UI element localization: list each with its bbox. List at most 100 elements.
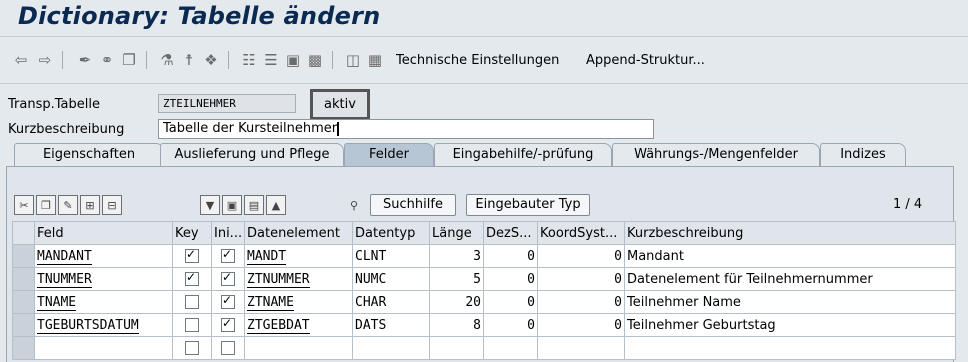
kurzbeschreibung-cell[interactable]: Datenelement für Teilnehmernummer (624, 267, 956, 291)
arrow-right-icon[interactable]: ⇨ (36, 51, 54, 69)
column-header-key[interactable]: Key (172, 221, 212, 245)
row-selector[interactable] (12, 290, 35, 314)
search-help-icon[interactable]: ⚲ (344, 195, 364, 215)
display-object-list-icon[interactable]: ❖ (202, 51, 220, 69)
key-checkbox[interactable] (185, 270, 199, 286)
ini-cell[interactable] (211, 313, 245, 337)
info-icon[interactable]: ▩ (306, 51, 324, 69)
datenelement-cell[interactable]: MANDT (244, 244, 353, 268)
laenge-cell[interactable]: 5 (429, 267, 484, 291)
tab-waehrungs-mengenfelder[interactable]: Währungs-/Mengenfelder (612, 143, 820, 167)
datentyp-cell[interactable]: NUMC (352, 267, 430, 291)
description-field[interactable]: Tabelle der Kursteilnehmer (158, 119, 654, 139)
laenge-cell[interactable]: 8 (429, 313, 484, 337)
key-cell[interactable] (172, 244, 212, 268)
technische-einstellungen-button[interactable]: Technische Einstellungen (396, 53, 559, 68)
cut-icon[interactable]: ✂ (14, 195, 34, 215)
datentyp-cell[interactable] (352, 336, 430, 360)
paste-icon[interactable]: ✎ (58, 195, 78, 215)
kurzbeschreibung-cell[interactable]: Mandant (624, 244, 956, 268)
ini-cell[interactable] (211, 244, 245, 268)
kurzbeschreibung-cell[interactable] (624, 336, 956, 360)
activate-icon[interactable]: ⚗ (158, 51, 176, 69)
dezs-cell[interactable]: 0 (483, 313, 538, 337)
copy-icon[interactable]: ❐ (36, 195, 56, 215)
column-header-datenelement[interactable]: Datenelement (244, 221, 353, 245)
append-struktur-button[interactable]: Append-Struktur... (586, 53, 705, 68)
other-object-icon[interactable]: ⚭ (98, 51, 116, 69)
select-all-icon[interactable]: ▣ (222, 195, 242, 215)
feld-cell[interactable]: TNAME (34, 290, 173, 314)
deselect-icon[interactable]: ▤ (244, 195, 264, 215)
suchhilfe-button[interactable]: Suchhilfe (370, 194, 456, 216)
koordsyst-cell[interactable]: 0 (537, 290, 625, 314)
key-cell[interactable] (172, 290, 212, 314)
koordsyst-cell[interactable] (537, 336, 625, 360)
column-header-ini[interactable]: Ini... (211, 221, 245, 245)
key-cell[interactable] (172, 267, 212, 291)
tab-auslieferung-und-pflege[interactable]: Auslieferung und Pflege (160, 143, 344, 167)
dezs-cell[interactable] (483, 336, 538, 360)
ini-checkbox[interactable] (221, 247, 235, 263)
ini-cell[interactable] (211, 336, 245, 360)
key-checkbox[interactable] (185, 247, 199, 263)
row-selector-header[interactable] (12, 221, 35, 245)
tab-eigenschaften[interactable]: Eigenschaften (14, 143, 164, 167)
row-selector[interactable] (12, 313, 35, 337)
feld-cell[interactable] (34, 336, 173, 360)
feld-cell[interactable]: MANDANT (34, 244, 173, 268)
tab-felder[interactable]: Felder (344, 143, 434, 167)
row-selector[interactable] (12, 336, 35, 360)
dezs-cell[interactable]: 0 (483, 244, 538, 268)
key-cell[interactable] (172, 336, 212, 360)
column-header-koordsyst[interactable]: KoordSyst... (537, 221, 625, 245)
frame-icon[interactable]: ▣ (284, 51, 302, 69)
column-header-datentyp[interactable]: Datentyp (352, 221, 430, 245)
ini-checkbox[interactable] (221, 293, 235, 309)
relationship-icon[interactable]: ◫ (344, 51, 362, 69)
feld-cell[interactable]: TGEBURTSDATUM (34, 313, 173, 337)
row-selector[interactable] (12, 244, 35, 268)
key-checkbox[interactable] (185, 295, 199, 309)
delete-row-icon[interactable]: ⊟ (102, 195, 122, 215)
column-header-dezs[interactable]: DezS... (483, 221, 538, 245)
ini-cell[interactable] (211, 267, 245, 291)
eingebauter-typ-button[interactable]: Eingebauter Typ (466, 194, 590, 216)
key-checkbox[interactable] (185, 318, 199, 332)
where-used-icon[interactable]: ☨ (180, 51, 198, 69)
datenelement-cell[interactable] (244, 336, 353, 360)
column-header-kurzbeschreibung[interactable]: Kurzbeschreibung (624, 221, 956, 245)
arrow-left-icon[interactable]: ⇦ (12, 51, 30, 69)
tab-eingabehilfe-pruefung[interactable]: Eingabehilfe/-prüfung (434, 143, 612, 167)
koordsyst-cell[interactable]: 0 (537, 313, 625, 337)
key-cell[interactable] (172, 313, 212, 337)
koordsyst-cell[interactable]: 0 (537, 244, 625, 268)
kurzbeschreibung-cell[interactable]: Teilnehmer Geburtstag (624, 313, 956, 337)
sort-icon[interactable]: ▲ (266, 195, 286, 215)
ini-checkbox[interactable] (221, 270, 235, 286)
check-icon[interactable]: ❐ (120, 51, 138, 69)
laenge-cell[interactable]: 20 (429, 290, 484, 314)
feld-cell[interactable]: TNUMMER (34, 267, 173, 291)
kurzbeschreibung-cell[interactable]: Teilnehmer Name (624, 290, 956, 314)
ini-cell[interactable] (211, 290, 245, 314)
list-icon[interactable]: ☰ (262, 51, 280, 69)
ini-checkbox[interactable] (221, 341, 235, 355)
filter-icon[interactable]: ▼ (200, 195, 220, 215)
tab-indizes[interactable]: Indizes (820, 143, 906, 167)
datenelement-cell[interactable]: ZTNUMMER (244, 267, 353, 291)
change-display-icon[interactable]: ✒ (76, 51, 94, 69)
koordsyst-cell[interactable]: 0 (537, 267, 625, 291)
datentyp-cell[interactable]: DATS (352, 313, 430, 337)
laenge-cell[interactable] (429, 336, 484, 360)
key-checkbox[interactable] (185, 341, 199, 355)
dezs-cell[interactable]: 0 (483, 290, 538, 314)
laenge-cell[interactable]: 3 (429, 244, 484, 268)
table-contents-icon[interactable]: ▦ (366, 51, 384, 69)
row-selector[interactable] (12, 267, 35, 291)
column-header-laenge[interactable]: Länge (429, 221, 484, 245)
column-header-feld[interactable]: Feld (34, 221, 173, 245)
hierarchy-icon[interactable]: ☷ (240, 51, 258, 69)
ini-checkbox[interactable] (221, 316, 235, 332)
datentyp-cell[interactable]: CHAR (352, 290, 430, 314)
